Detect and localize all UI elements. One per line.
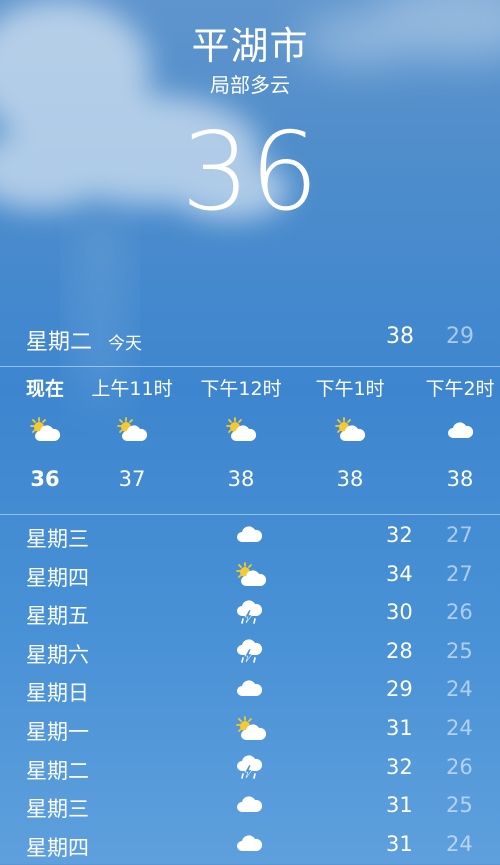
hourly-item: 下午1时 38 bbox=[295, 369, 405, 499]
hourly-time: 上午11时 bbox=[91, 378, 173, 400]
partly-cloudy-icon bbox=[333, 417, 367, 447]
daily-row: 星期三 31 25 bbox=[0, 788, 500, 827]
daily-low: 25 bbox=[446, 793, 473, 818]
daily-top-divider bbox=[0, 514, 500, 515]
hourly-temp: 38 bbox=[446, 467, 474, 491]
daily-weekday: 星期二 bbox=[26, 758, 89, 783]
daily-row: 星期三 32 27 bbox=[0, 518, 500, 557]
daily-low: 27 bbox=[446, 561, 473, 586]
daily-weekday: 星期三 bbox=[26, 527, 89, 551]
current-temperature: 36 bbox=[181, 110, 319, 235]
location-header: 平湖市 局部多云 bbox=[0, 22, 500, 98]
daily-row: 星期五 30 26 bbox=[0, 595, 500, 634]
daily-high: 31 bbox=[386, 793, 413, 818]
partly-cloudy-icon bbox=[224, 417, 258, 447]
hourly-item: 下午2时 38 bbox=[405, 369, 500, 499]
today-low: 29 bbox=[446, 324, 474, 349]
daily-low: 26 bbox=[446, 754, 473, 779]
daily-row: 星期四 34 27 bbox=[0, 557, 500, 596]
cloud-icon bbox=[234, 523, 268, 551]
partly-cloudy-icon bbox=[115, 417, 149, 447]
daily-high: 30 bbox=[386, 600, 413, 625]
hourly-temp: 37 bbox=[118, 467, 146, 491]
partly-cloudy-icon bbox=[234, 561, 268, 590]
hourly-time: 下午2时 bbox=[425, 378, 495, 400]
daily-row: 星期日 29 24 bbox=[0, 672, 500, 711]
daily-high: 31 bbox=[386, 715, 413, 740]
daily-high: 32 bbox=[386, 754, 413, 779]
daily-weekday: 星期三 bbox=[26, 797, 89, 822]
daily-row: 星期二 32 26 bbox=[0, 750, 500, 789]
hourly-time: 下午1时 bbox=[315, 378, 385, 400]
daily-low: 27 bbox=[446, 523, 473, 547]
daily-weekday: 星期四 bbox=[26, 565, 89, 590]
hourly-item: 上午11时 37 bbox=[77, 369, 187, 499]
hourly-forecast-strip[interactable]: 现在 36 上午11时 37 下午12时 38 下午1时 38 下午2时 38 bbox=[0, 369, 500, 511]
daily-low: 24 bbox=[446, 677, 473, 702]
city-name: 平湖市 bbox=[191, 24, 309, 68]
today-summary-row: 星期二 今天 38 29 bbox=[0, 318, 500, 358]
daily-weekday: 星期日 bbox=[26, 681, 89, 706]
today-weekday: 星期二 bbox=[26, 330, 93, 355]
hourly-item: 下午12时 38 bbox=[186, 369, 296, 499]
daily-row: 星期四 31 24 bbox=[0, 827, 500, 865]
hourly-temp: 38 bbox=[336, 467, 364, 491]
daily-weekday: 星期六 bbox=[26, 642, 89, 667]
daily-high: 31 bbox=[386, 831, 413, 856]
hourly-temp: 38 bbox=[227, 467, 255, 491]
daily-low: 26 bbox=[446, 600, 473, 625]
thunderstorm-icon bbox=[234, 639, 268, 667]
daily-forecast-list[interactable]: 星期三 32 27 星期四 34 27 星期五 30 26 星期六 28 25 … bbox=[0, 518, 500, 865]
today-label: 今天 bbox=[108, 334, 142, 354]
daily-high: 32 bbox=[386, 523, 413, 547]
cloud-icon bbox=[234, 793, 268, 821]
hourly-top-divider bbox=[0, 366, 500, 367]
daily-weekday: 星期五 bbox=[26, 604, 89, 629]
partly-cloudy-icon bbox=[28, 417, 62, 447]
daily-low: 24 bbox=[446, 715, 473, 740]
daily-high: 34 bbox=[386, 561, 413, 586]
hourly-time: 下午12时 bbox=[200, 378, 282, 400]
daily-low: 25 bbox=[446, 638, 473, 663]
thunderstorm-icon bbox=[234, 754, 268, 783]
daily-high: 29 bbox=[386, 677, 413, 702]
cloud-icon bbox=[234, 677, 268, 705]
daily-row: 星期六 28 25 bbox=[0, 634, 500, 673]
daily-low: 24 bbox=[446, 831, 473, 856]
daily-high: 28 bbox=[386, 638, 413, 663]
cloud-icon bbox=[234, 832, 268, 860]
cloud-icon bbox=[445, 419, 475, 445]
weather-condition: 局部多云 bbox=[210, 73, 290, 97]
daily-weekday: 星期一 bbox=[26, 719, 89, 744]
daily-row: 星期一 31 24 bbox=[0, 711, 500, 750]
today-high: 38 bbox=[386, 324, 414, 349]
daily-weekday: 星期四 bbox=[26, 835, 89, 860]
partly-cloudy-icon bbox=[234, 716, 268, 744]
thunderstorm-icon bbox=[234, 600, 268, 628]
